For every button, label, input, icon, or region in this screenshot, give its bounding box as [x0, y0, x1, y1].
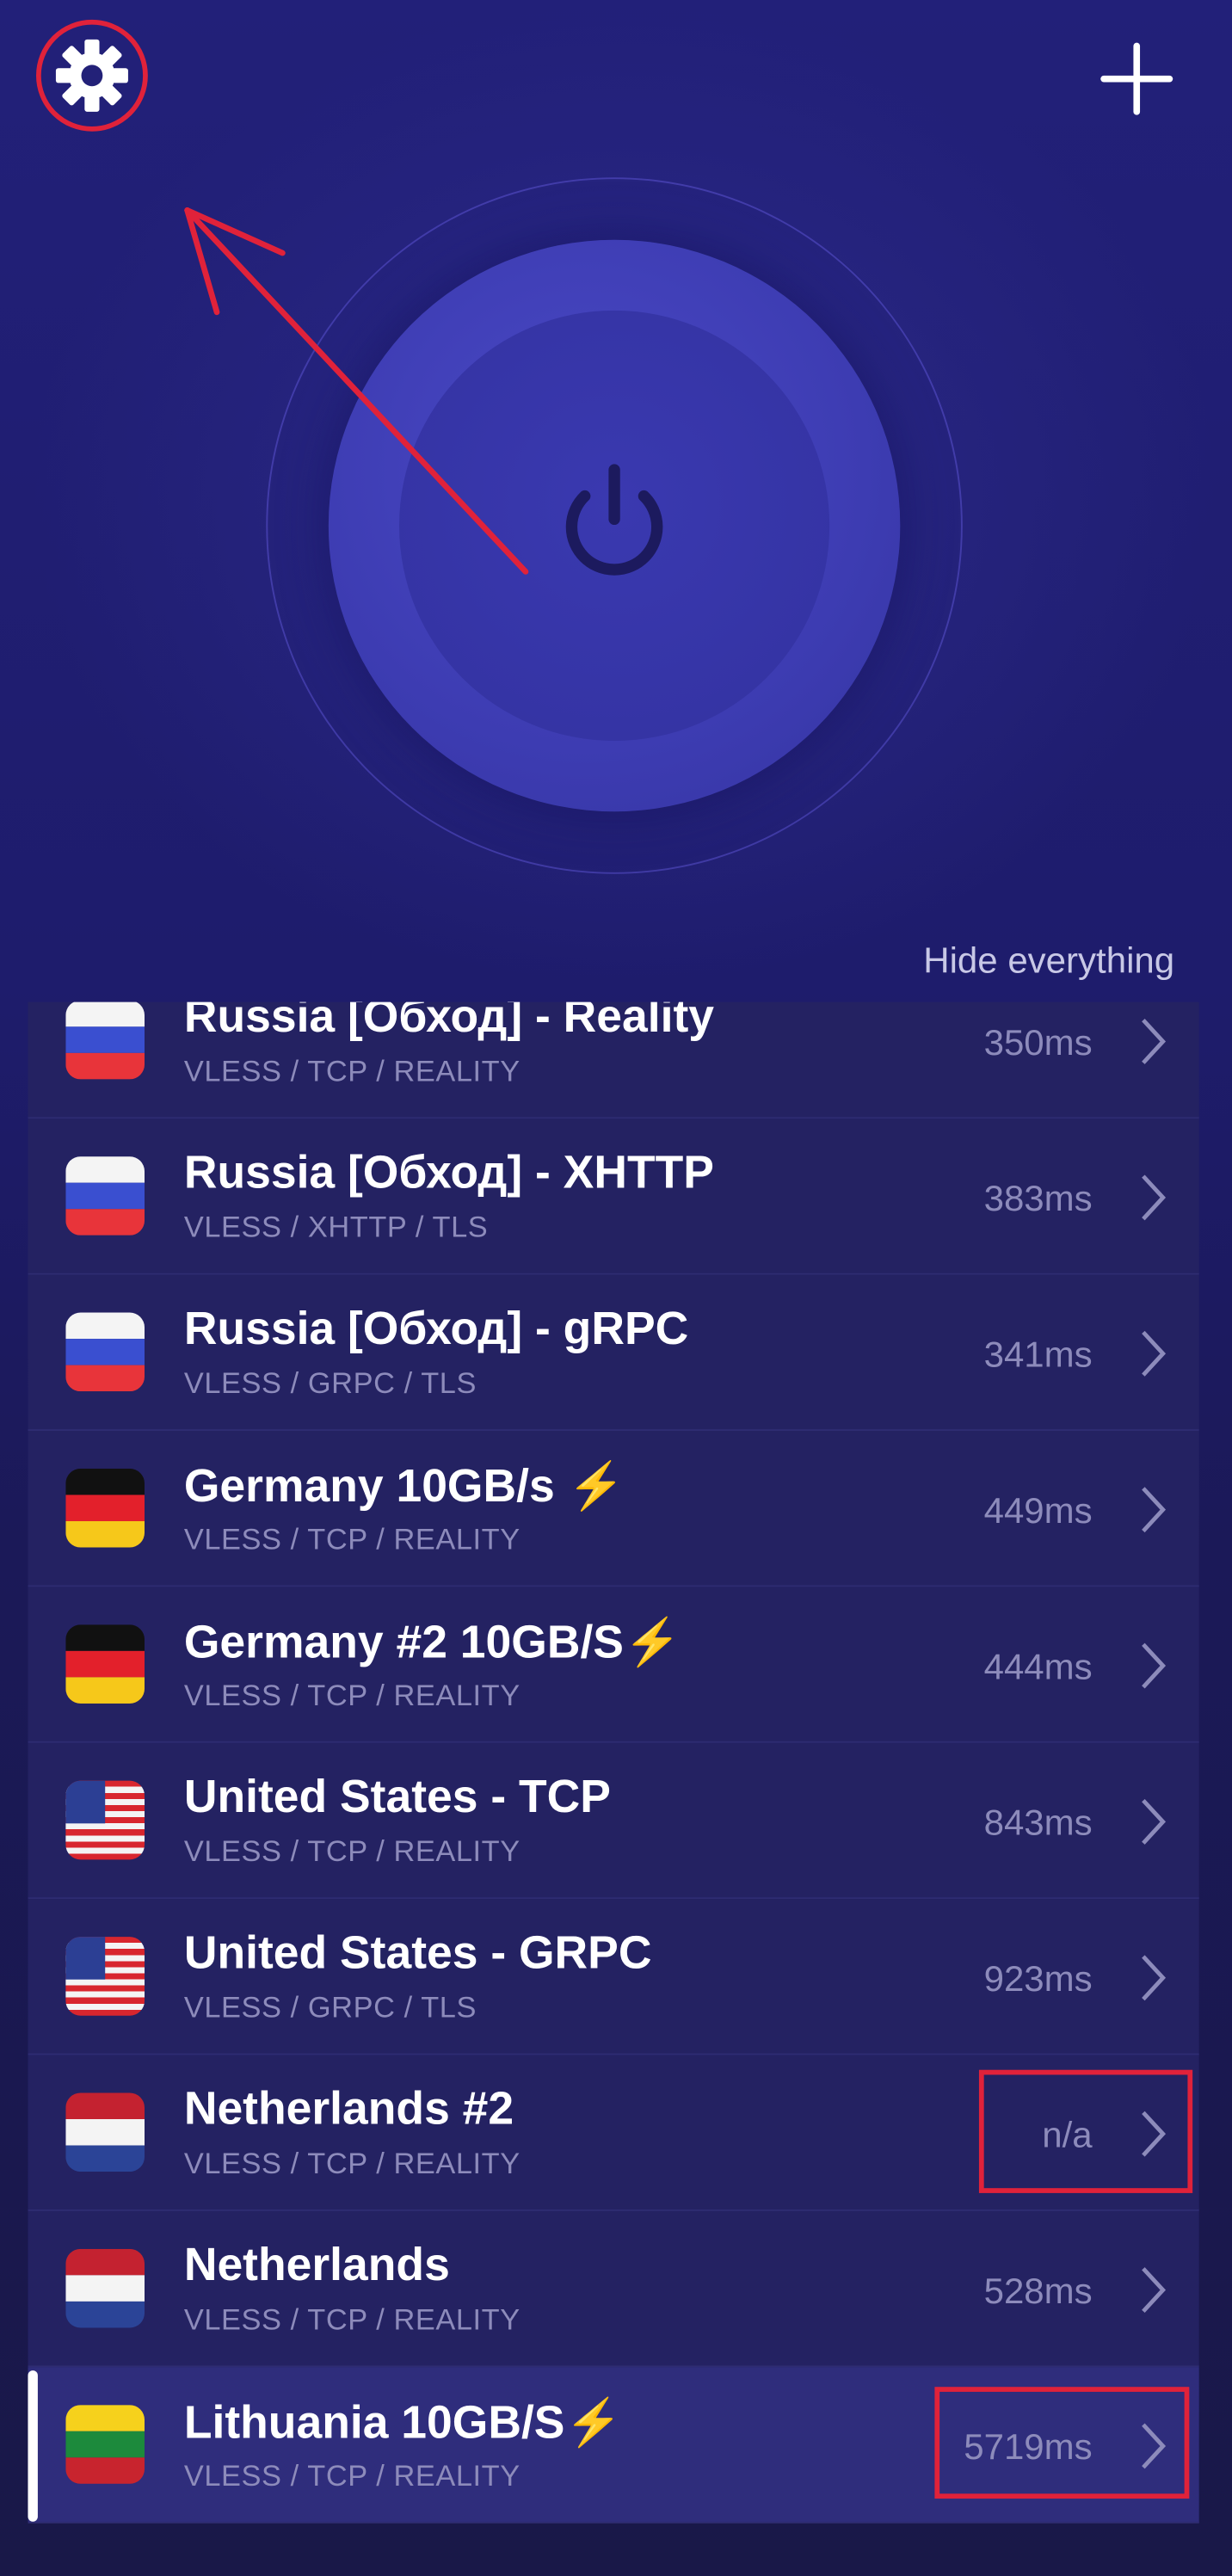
server-name: Germany #2 10GB/S⚡	[183, 1616, 681, 1667]
server-row-selected[interactable]: Lithuania 10GB/S⚡ VLESS / TCP / REALITY …	[28, 2367, 1199, 2524]
server-ping: 444ms	[983, 1646, 1093, 1687]
server-protocol: VLESS / GRPC / TLS	[183, 1991, 477, 2024]
server-name: Netherlands	[183, 2239, 450, 2290]
flag-netherlands-icon	[65, 2092, 145, 2172]
server-protocol: VLESS / GRPC / TLS	[183, 1366, 477, 1400]
server-name: Germany 10GB/s ⚡	[183, 1460, 625, 1512]
flag-russia-icon	[65, 1001, 145, 1080]
server-ping: 341ms	[983, 1334, 1093, 1376]
flag-germany-icon	[65, 1468, 145, 1548]
server-ping: 449ms	[983, 1489, 1093, 1531]
add-server-button[interactable]	[1097, 40, 1176, 119]
server-name: Russia [Обход] - Reality	[183, 1001, 715, 1042]
server-row[interactable]: Germany 10GB/s ⚡ VLESS / TCP / REALITY 4…	[28, 1431, 1199, 1587]
flag-netherlands-icon	[65, 2248, 145, 2328]
app-screen: Hide everything Russia [Обход] - Reality…	[0, 0, 1232, 2576]
server-name: Russia [Обход] - XHTTP	[183, 1146, 714, 1198]
server-protocol: VLESS / TCP / REALITY	[183, 2459, 521, 2493]
server-name: Lithuania 10GB/S⚡	[183, 2396, 623, 2448]
power-icon	[565, 464, 663, 576]
server-row[interactable]: Russia [Обход] - XHTTP VLESS / XHTTP / T…	[28, 1119, 1199, 1275]
flag-usa-icon	[65, 1780, 145, 1860]
server-protocol: VLESS / TCP / REALITY	[183, 1834, 521, 1868]
flag-usa-icon	[65, 1937, 145, 2016]
server-protocol: VLESS / TCP / REALITY	[183, 2147, 521, 2180]
chevron-right-icon	[1142, 1955, 1167, 2001]
gear-icon	[55, 39, 128, 112]
server-ping: 528ms	[983, 2270, 1093, 2312]
chevron-right-icon	[1142, 1798, 1167, 1845]
flag-lithuania-icon	[65, 2405, 145, 2484]
server-name: Russia [Обход] - gRPC	[183, 1303, 689, 1354]
hide-everything-link[interactable]: Hide everything	[923, 940, 1174, 983]
server-row[interactable]: Russia [Обход] - Reality VLESS / TCP / R…	[28, 1001, 1199, 1119]
server-protocol: VLESS / TCP / REALITY	[183, 1522, 521, 1556]
chevron-right-icon	[1142, 1642, 1167, 1689]
chevron-right-icon	[1142, 1330, 1167, 1377]
annotation-highlight-box	[934, 2387, 1190, 2499]
flag-germany-icon	[65, 1624, 145, 1704]
annotation-highlight-box	[978, 2069, 1193, 2193]
flag-russia-icon	[65, 1312, 145, 1392]
server-row[interactable]: United States - TCP VLESS / TCP / REALIT…	[28, 1742, 1199, 1900]
server-protocol: VLESS / XHTTP / TLS	[183, 1211, 489, 1244]
selected-indicator	[28, 2370, 38, 2522]
server-protocol: VLESS / TCP / REALITY	[183, 2302, 521, 2337]
server-name: United States - TCP	[183, 1771, 611, 1822]
chevron-right-icon	[1142, 1487, 1167, 1533]
flag-russia-icon	[65, 1156, 145, 1236]
plus-icon	[1100, 42, 1173, 115]
server-ping: 843ms	[983, 1802, 1093, 1844]
server-protocol: VLESS / TCP / REALITY	[183, 1679, 521, 1712]
server-protocol: VLESS / TCP / REALITY	[183, 1054, 521, 1088]
chevron-right-icon	[1142, 1019, 1167, 1064]
server-name: Netherlands #2	[183, 2082, 514, 2135]
server-ping: 383ms	[983, 1177, 1093, 1219]
server-row[interactable]: United States - GRPC VLESS / GRPC / TLS …	[28, 1899, 1199, 2055]
server-name: United States - GRPC	[183, 1926, 652, 1978]
server-row[interactable]: Germany #2 10GB/S⚡ VLESS / TCP / REALITY…	[28, 1587, 1199, 1743]
server-row[interactable]: Netherlands #2 VLESS / TCP / REALITY n/a	[28, 2055, 1199, 2211]
chevron-right-icon	[1142, 2267, 1167, 2314]
server-ping: 923ms	[983, 1957, 1093, 2000]
server-row[interactable]: Netherlands VLESS / TCP / REALITY 528ms	[28, 2210, 1199, 2368]
server-row[interactable]: Russia [Обход] - gRPC VLESS / GRPC / TLS…	[28, 1274, 1199, 1432]
server-ping: 350ms	[983, 1021, 1093, 1063]
settings-button[interactable]	[36, 19, 148, 132]
chevron-right-icon	[1142, 1174, 1167, 1221]
server-list[interactable]: Russia [Обход] - Reality VLESS / TCP / R…	[28, 1001, 1199, 2530]
